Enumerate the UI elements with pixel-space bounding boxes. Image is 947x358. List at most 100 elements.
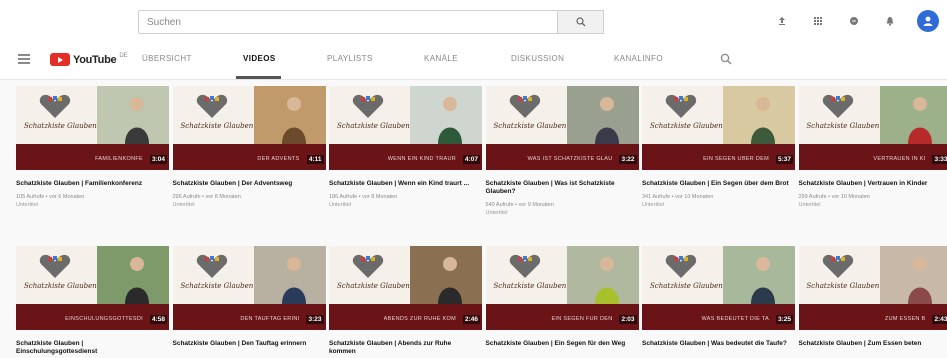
video-card[interactable]: Schatzkiste Glauben ABENDS ZUR RUHE KOM … bbox=[329, 246, 482, 358]
heart-logo-icon bbox=[509, 94, 540, 118]
thumbnail-script: Schatzkiste Glauben bbox=[24, 282, 97, 290]
heart-logo-icon bbox=[509, 254, 540, 278]
channel-logo-graphic: Schatzkiste Glauben bbox=[329, 86, 417, 144]
subtitle-badge: Untertitel bbox=[642, 202, 665, 208]
video-title[interactable]: Schatzkiste Glauben | Wenn ein Kind trau… bbox=[329, 180, 479, 188]
video-title[interactable]: Schatzkiste Glauben | Einschulungsgottes… bbox=[16, 340, 166, 356]
channel-logo-graphic: Schatzkiste Glauben bbox=[329, 246, 417, 304]
thumbnail-script: Schatzkiste Glauben bbox=[806, 122, 880, 130]
heart-logo-icon bbox=[196, 94, 227, 118]
video-thumbnail[interactable]: Schatzkiste Glauben DER ADVENTS 4:11 bbox=[172, 86, 326, 170]
video-thumbnail[interactable]: Schatzkiste Glauben DEN TAUFTAG ERINI 3:… bbox=[172, 246, 326, 330]
thumbnail-script: Schatzkiste Glauben bbox=[493, 282, 567, 290]
thumbnail-banner bbox=[172, 144, 326, 170]
youtube-logo[interactable]: YouTube DE bbox=[50, 53, 128, 66]
channel-logo-graphic: Schatzkiste Glauben bbox=[16, 246, 104, 304]
video-card[interactable]: Schatzkiste Glauben EINSCHULUNGSGOTTESDI… bbox=[16, 246, 169, 358]
video-thumbnail[interactable]: Schatzkiste Glauben VERTRAUEN IN KI 3:33 bbox=[798, 86, 947, 170]
thumbnail-banner-text: WAS IST SCHATZKISTE GLAU bbox=[527, 156, 613, 162]
video-thumbnail[interactable]: Schatzkiste Glauben EINSCHULUNGSGOTTESDI… bbox=[16, 246, 169, 330]
video-title[interactable]: Schatzkiste Glauben | Ein Segen für den … bbox=[486, 340, 636, 348]
video-title[interactable]: Schatzkiste Glauben | Was bedeutet die T… bbox=[642, 340, 792, 348]
logo-text: YouTube bbox=[73, 53, 117, 66]
video-thumbnail[interactable]: Schatzkiste Glauben FAMILIENKONFE 3:04 bbox=[16, 86, 169, 170]
video-title[interactable]: Schatzkiste Glauben | Den Tauftag erinne… bbox=[173, 340, 323, 348]
video-card[interactable]: Schatzkiste Glauben EIN SEGEN ÜBER DEM 5… bbox=[642, 86, 795, 208]
avatar[interactable] bbox=[917, 10, 939, 32]
video-title[interactable]: Schatzkiste Glauben | Der Adventsweg bbox=[173, 180, 323, 188]
notifications-icon[interactable] bbox=[881, 12, 899, 30]
subtitle-badge: Untertitel bbox=[485, 210, 508, 216]
video-thumbnail[interactable]: Schatzkiste Glauben EIN SEGEN FÜR DEN 2:… bbox=[485, 246, 639, 330]
thumbnail-banner-text: VERTRAUEN IN KI bbox=[873, 156, 926, 162]
video-card[interactable]: Schatzkiste Glauben DEN TAUFTAG ERINI 3:… bbox=[172, 246, 326, 354]
video-scene bbox=[879, 246, 947, 304]
channel-logo-graphic: Schatzkiste Glauben bbox=[798, 86, 887, 144]
search-input[interactable]: Suchen bbox=[138, 10, 558, 34]
play-icon bbox=[50, 53, 70, 66]
channel-logo-graphic: Schatzkiste Glauben bbox=[172, 86, 261, 144]
tab-videos[interactable]: VIDEOS bbox=[243, 54, 276, 63]
video-thumbnail[interactable]: Schatzkiste Glauben WAS IST SCHATZKISTE … bbox=[485, 86, 639, 170]
search-icon bbox=[575, 17, 585, 27]
subtitle-badge: Untertitel bbox=[16, 202, 39, 208]
video-scene bbox=[879, 86, 947, 144]
video-card[interactable]: Schatzkiste Glauben FAMILIENKONFE 3:04 S… bbox=[16, 86, 169, 208]
search-icon bbox=[720, 53, 732, 65]
video-card[interactable]: Schatzkiste Glauben WENN EIN KIND TRAUR … bbox=[329, 86, 482, 208]
apps-icon[interactable] bbox=[809, 12, 827, 30]
video-meta: 299 Aufrufe • vor 10 Monaten bbox=[798, 194, 870, 200]
video-thumbnail[interactable]: Schatzkiste Glauben WENN EIN KIND TRAUR … bbox=[329, 86, 482, 170]
video-card[interactable]: Schatzkiste Glauben WAS IST SCHATZKISTE … bbox=[485, 86, 639, 216]
video-duration: 4:11 bbox=[306, 155, 324, 164]
thumbnail-script: Schatzkiste Glauben bbox=[24, 122, 97, 130]
thumbnail-banner-text: EIN SEGEN ÜBER DEM bbox=[703, 156, 769, 162]
thumbnail-banner-text: DEN TAUFTAG ERINI bbox=[240, 316, 300, 322]
channel-logo-graphic: Schatzkiste Glauben bbox=[642, 86, 730, 144]
heart-logo-icon bbox=[39, 94, 71, 118]
video-card[interactable]: Schatzkiste Glauben VERTRAUEN IN KI 3:33… bbox=[798, 86, 947, 208]
top-bar: Suchen bbox=[0, 0, 947, 40]
channel-logo-graphic: Schatzkiste Glauben bbox=[172, 246, 261, 304]
video-title[interactable]: Schatzkiste Glauben | Zum Essen beten bbox=[799, 340, 947, 348]
channel-search-button[interactable] bbox=[720, 52, 732, 70]
video-title[interactable]: Schatzkiste Glauben | Ein Segen über dem… bbox=[642, 180, 792, 188]
thumbnail-script: Schatzkiste Glauben bbox=[806, 282, 880, 290]
thumbnail-banner-text: EIN SEGEN FÜR DEN bbox=[551, 316, 613, 322]
messages-icon[interactable] bbox=[845, 12, 863, 30]
video-thumbnail[interactable]: Schatzkiste Glauben WAS BEDEUTET DIE TA … bbox=[642, 246, 795, 330]
video-scene bbox=[410, 246, 482, 304]
tab-channels[interactable]: KANÄLE bbox=[424, 54, 458, 63]
thumbnail-banner bbox=[16, 144, 169, 170]
video-title[interactable]: Schatzkiste Glauben | Was ist Schatzkist… bbox=[486, 180, 636, 196]
upload-icon[interactable] bbox=[773, 12, 791, 30]
channel-logo-graphic: Schatzkiste Glauben bbox=[485, 86, 574, 144]
video-title[interactable]: Schatzkiste Glauben | Familienkonferenz bbox=[16, 180, 166, 188]
video-thumbnail[interactable]: Schatzkiste Glauben ZUM ESSEN B 2:43 bbox=[798, 246, 947, 330]
video-card[interactable]: Schatzkiste Glauben WAS BEDEUTET DIE TA … bbox=[642, 246, 795, 354]
thumbnail-banner-text: WENN EIN KIND TRAUR bbox=[387, 156, 456, 162]
video-title[interactable]: Schatzkiste Glauben | Vertrauen in Kinde… bbox=[799, 180, 947, 188]
tab-about[interactable]: KANALINFO bbox=[614, 54, 663, 63]
tab-discussion[interactable]: DISKUSSION bbox=[511, 54, 564, 63]
video-card[interactable]: Schatzkiste Glauben ZUM ESSEN B 2:43 Sch… bbox=[798, 246, 947, 354]
heart-logo-icon bbox=[822, 94, 853, 118]
video-scene bbox=[566, 246, 639, 304]
channel-logo-graphic: Schatzkiste Glauben bbox=[798, 246, 887, 304]
tab-playlists[interactable]: PLAYLISTS bbox=[327, 54, 373, 63]
video-card[interactable]: Schatzkiste Glauben EIN SEGEN FÜR DEN 2:… bbox=[485, 246, 639, 354]
video-meta: 341 Aufrufe • vor 10 Monaten bbox=[642, 194, 714, 200]
video-scene bbox=[253, 246, 326, 304]
video-duration: 4:58 bbox=[149, 315, 167, 324]
video-card[interactable]: Schatzkiste Glauben DER ADVENTS 4:11 Sch… bbox=[172, 86, 326, 208]
video-thumbnail[interactable]: Schatzkiste Glauben ABENDS ZUR RUHE KOM … bbox=[329, 246, 482, 330]
video-title[interactable]: Schatzkiste Glauben | Abends zur Ruhe ko… bbox=[329, 340, 479, 356]
video-meta: 105 Aufrufe • vor 6 Monaten bbox=[16, 194, 85, 200]
logo-region: DE bbox=[119, 53, 128, 59]
channel-logo-graphic: Schatzkiste Glauben bbox=[485, 246, 574, 304]
menu-icon[interactable] bbox=[18, 54, 30, 64]
active-tab-indicator bbox=[236, 76, 281, 79]
tab-overview[interactable]: ÜBERSICHT bbox=[142, 54, 192, 63]
search-button[interactable] bbox=[558, 10, 604, 34]
video-thumbnail[interactable]: Schatzkiste Glauben EIN SEGEN ÜBER DEM 5… bbox=[642, 86, 795, 170]
